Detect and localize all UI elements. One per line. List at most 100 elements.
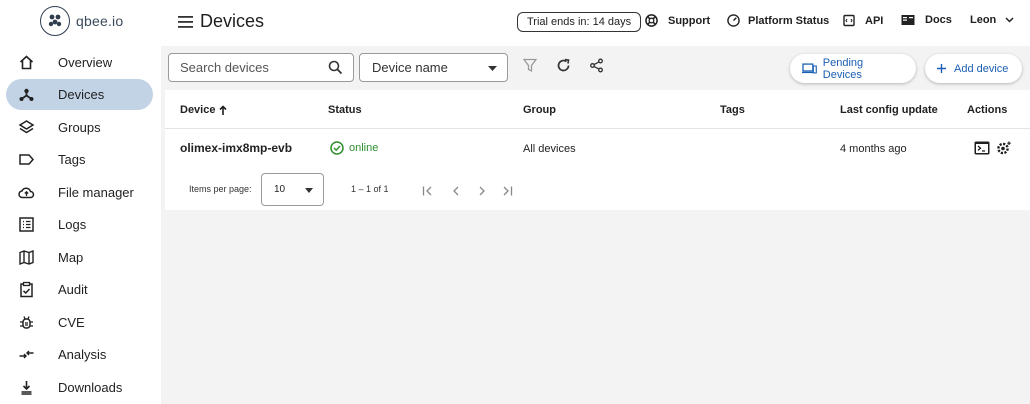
devices-pending-icon bbox=[802, 63, 817, 74]
docs-label: Docs bbox=[925, 14, 952, 26]
platform-status-link[interactable]: Platform Status bbox=[727, 14, 829, 27]
sidebar-item-label: Downloads bbox=[58, 380, 123, 395]
sidebar-item-analysis[interactable]: Analysis bbox=[6, 339, 153, 370]
sidebar-item-map[interactable]: Map bbox=[6, 242, 153, 273]
user-menu[interactable]: Leon bbox=[970, 14, 1014, 26]
sidebar-item-devices[interactable]: Devices bbox=[6, 79, 153, 110]
devices-toolbar: Device name Pending Devices bbox=[161, 46, 1030, 90]
clipboard-check-icon bbox=[20, 281, 33, 298]
search-field-select-value: Device name bbox=[372, 60, 448, 75]
status-cell: online bbox=[330, 141, 378, 155]
header-divider bbox=[165, 128, 1030, 129]
support-label: Support bbox=[668, 14, 711, 27]
trial-badge[interactable]: Trial ends in: 14 days bbox=[517, 12, 642, 32]
plus-icon bbox=[937, 64, 946, 73]
api-icon bbox=[843, 14, 855, 27]
sidebar-item-tags[interactable]: Tags bbox=[6, 144, 153, 175]
last-page-icon[interactable] bbox=[502, 186, 513, 196]
column-header-label: Device bbox=[180, 104, 216, 116]
chevron-down-icon bbox=[1005, 17, 1014, 23]
refresh-icon[interactable] bbox=[556, 58, 571, 73]
sidebar-item-cve[interactable]: CVE bbox=[6, 307, 153, 338]
previous-page-icon[interactable] bbox=[452, 186, 460, 196]
download-icon bbox=[21, 381, 32, 395]
user-name: Leon bbox=[970, 14, 997, 26]
book-icon bbox=[901, 15, 915, 25]
sidebar-item-label: Audit bbox=[58, 282, 88, 297]
layers-icon bbox=[18, 120, 35, 134]
brand-logo[interactable]: qbee.io bbox=[40, 6, 123, 36]
platform-status-label: Platform Status bbox=[748, 14, 830, 27]
pending-devices-button[interactable]: Pending Devices bbox=[790, 54, 916, 83]
group-cell: All devices bbox=[523, 143, 576, 155]
sort-arrow-up-icon bbox=[219, 105, 228, 115]
caret-down-icon bbox=[305, 188, 313, 193]
api-label: API bbox=[865, 14, 884, 27]
filter-icon[interactable] bbox=[523, 58, 537, 73]
device-name-link[interactable]: olimex-imx8mp-evb bbox=[180, 141, 292, 155]
sidebar-item-logs[interactable]: Logs bbox=[6, 209, 153, 240]
items-per-page-value: 10 bbox=[274, 184, 286, 195]
add-device-button[interactable]: Add device bbox=[925, 54, 1022, 83]
pagination: Items per page: 10 1 – 1 of 1 bbox=[165, 172, 1030, 210]
search-input[interactable] bbox=[169, 60, 319, 75]
items-per-page-label: Items per page: bbox=[189, 184, 252, 194]
sidebar-item-label: CVE bbox=[58, 315, 85, 330]
speedometer-icon bbox=[727, 14, 740, 27]
column-header-actions: Actions bbox=[967, 104, 1008, 116]
sidebar-item-downloads[interactable]: Downloads bbox=[6, 372, 153, 403]
sidebar-item-label: Map bbox=[58, 250, 84, 265]
map-icon bbox=[19, 249, 34, 266]
pending-devices-label: Pending Devices bbox=[822, 56, 864, 81]
caret-down-icon bbox=[488, 66, 497, 71]
status-text: online bbox=[349, 142, 379, 154]
share-icon[interactable] bbox=[589, 58, 604, 73]
devices-table: Device Status Group Tags Last config upd… bbox=[165, 90, 1030, 210]
column-header-tags[interactable]: Tags bbox=[720, 104, 745, 116]
last-update-cell: 4 months ago bbox=[840, 143, 907, 155]
list-icon bbox=[19, 217, 34, 232]
main-content: Device name Pending Devices bbox=[161, 46, 1030, 404]
column-header-status[interactable]: Status bbox=[328, 104, 362, 116]
lifebuoy-icon bbox=[645, 14, 658, 27]
sidebar-item-file-manager[interactable]: File manager bbox=[6, 177, 153, 208]
sidebar-item-label: Logs bbox=[58, 217, 87, 232]
sidebar-item-groups[interactable]: Groups bbox=[6, 112, 153, 143]
sidebar-item-label: Devices bbox=[58, 87, 105, 102]
column-header-group[interactable]: Group bbox=[523, 104, 556, 116]
sidebar-item-label: Tags bbox=[58, 152, 86, 167]
search-icon[interactable] bbox=[328, 60, 343, 75]
next-page-icon[interactable] bbox=[478, 186, 486, 196]
sidebar-item-overview[interactable]: Overview bbox=[6, 47, 153, 78]
first-page-icon[interactable] bbox=[422, 186, 433, 196]
sidebar-item-label: Overview bbox=[58, 55, 113, 70]
add-device-label: Add device bbox=[954, 62, 1009, 75]
menu-toggle-icon[interactable] bbox=[178, 13, 194, 31]
page-title: Devices bbox=[200, 11, 265, 31]
cloud-upload-icon bbox=[18, 187, 35, 199]
pagination-range: 1 – 1 of 1 bbox=[351, 184, 389, 194]
sidebar-item-label: Analysis bbox=[58, 347, 107, 362]
sidebar: Overview Devices Groups Tags File manage… bbox=[0, 46, 160, 404]
tag-icon bbox=[19, 154, 35, 165]
compare-arrows-icon bbox=[19, 350, 34, 359]
home-icon bbox=[19, 55, 34, 70]
column-header-last-config-update[interactable]: Last config update bbox=[840, 104, 938, 116]
terminal-icon[interactable] bbox=[974, 141, 990, 155]
sidebar-item-label: Groups bbox=[58, 120, 101, 135]
search-field-select[interactable]: Device name bbox=[359, 53, 508, 82]
api-link[interactable]: API bbox=[843, 14, 883, 27]
logo-text: qbee.io bbox=[76, 13, 124, 29]
items-per-page-select[interactable]: 10 bbox=[261, 173, 324, 206]
column-header-device[interactable]: Device bbox=[180, 104, 228, 116]
device-settings-icon[interactable] bbox=[996, 140, 1012, 156]
search-field[interactable] bbox=[168, 53, 354, 82]
sidebar-item-audit[interactable]: Audit bbox=[6, 274, 153, 305]
bug-icon bbox=[20, 316, 33, 329]
sidebar-item-label: File manager bbox=[58, 185, 134, 200]
docs-link[interactable]: Docs bbox=[901, 14, 952, 26]
check-circle-icon bbox=[330, 141, 344, 155]
support-link[interactable]: Support bbox=[645, 14, 710, 27]
logo-icon bbox=[40, 6, 70, 36]
devices-icon bbox=[19, 88, 34, 101]
